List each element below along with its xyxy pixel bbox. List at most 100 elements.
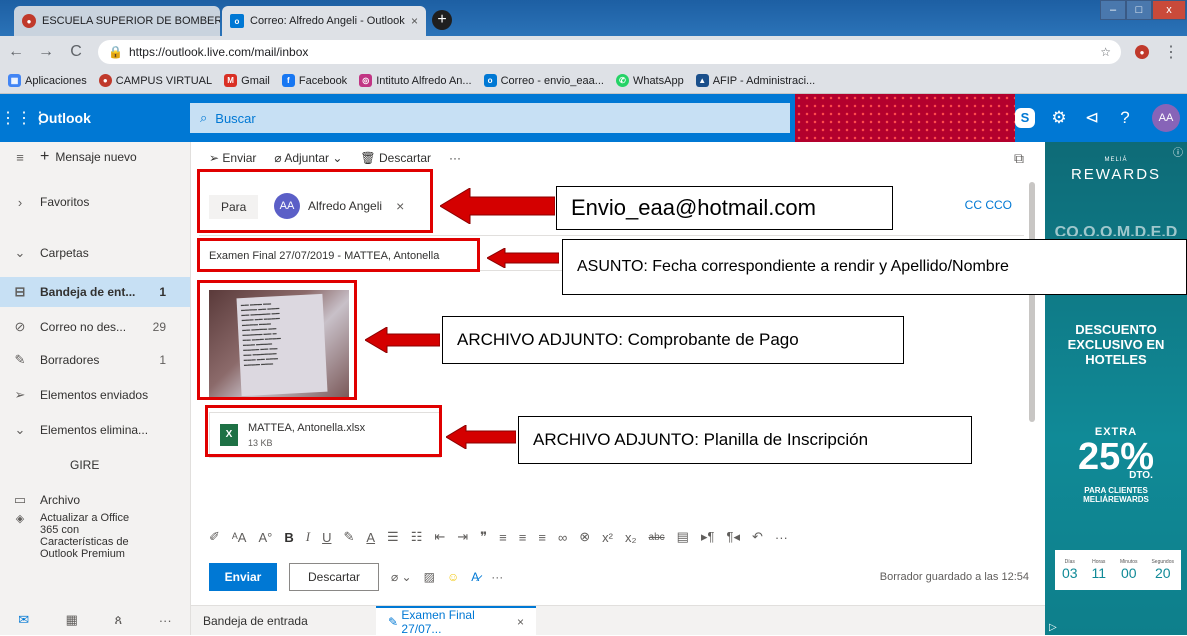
star-icon[interactable]: ☆ xyxy=(1100,45,1111,59)
ad-partial-text: CO.O.O.M.D.E.D xyxy=(1054,224,1178,236)
bold-icon[interactable]: B xyxy=(284,530,293,545)
tab-inbox[interactable]: Bandeja de entrada xyxy=(191,606,320,636)
rtl-icon[interactable]: ¶◂ xyxy=(726,529,740,545)
link-icon[interactable]: ∞ xyxy=(558,530,567,545)
emoji-icon[interactable]: ☺ xyxy=(447,570,459,584)
maximize-window-icon[interactable]: □ xyxy=(1126,0,1152,20)
bookmark-instituto[interactable]: ◎ Intituto Alfredo An... xyxy=(359,74,472,87)
feedback-megaphone-icon[interactable]: ⊲ xyxy=(1080,106,1104,130)
grow-font-icon[interactable]: A° xyxy=(258,530,272,545)
nav-sent[interactable]: ➢ Elementos enviados xyxy=(0,380,190,410)
new-tab-button[interactable]: + xyxy=(432,10,452,30)
unlink-icon[interactable]: ⊗ xyxy=(579,529,590,545)
nav-carpetas[interactable]: ⌄ Carpetas xyxy=(0,238,190,268)
header-theme-pattern xyxy=(795,94,1015,142)
increase-indent-icon[interactable]: ⇥ xyxy=(457,529,468,545)
font-color-icon[interactable]: A xyxy=(366,530,375,545)
countdown-value: 20 xyxy=(1154,565,1171,581)
callout-email: Envio_eaa@hotmail.com xyxy=(556,186,893,230)
bookmark-afip[interactable]: ▲ AFIP - Administraci... xyxy=(695,74,815,87)
settings-gear-icon[interactable]: ⚙ xyxy=(1047,106,1071,130)
decrease-indent-icon[interactable]: ⇤ xyxy=(434,529,445,545)
annotation-arrow-recipient xyxy=(440,188,555,224)
nav-deleted[interactable]: ⌄ Elementos elimina... xyxy=(0,415,190,445)
nav-junk[interactable]: ⊘ Correo no des... 29 xyxy=(0,312,190,342)
attach-icon[interactable]: ⌀ ⌄ xyxy=(391,570,412,584)
send-command[interactable]: ➢ Enviar xyxy=(209,151,256,165)
more-formatting-icon[interactable]: ··· xyxy=(775,530,788,545)
help-icon[interactable]: ? xyxy=(1113,106,1137,130)
skype-icon[interactable]: S xyxy=(1015,108,1035,128)
ad-play-icon[interactable]: ▷ xyxy=(1049,622,1057,633)
close-tab-icon[interactable]: × xyxy=(517,615,524,629)
extension-icon[interactable]: ● xyxy=(1135,45,1149,59)
people-icon[interactable]: ጰ xyxy=(114,612,122,628)
inbox-icon: ⊟ xyxy=(14,284,26,299)
attach-command[interactable]: ⌀ Adjuntar ⌄ xyxy=(274,151,342,165)
countdown-value: 00 xyxy=(1120,565,1137,581)
strikethrough-icon[interactable]: abc xyxy=(649,532,665,543)
send-button[interactable]: Enviar xyxy=(209,563,277,591)
bookmark-apps[interactable]: ▦ Aplicaciones xyxy=(8,74,87,87)
ltr-icon[interactable]: ▸¶ xyxy=(701,529,715,545)
subscript-icon[interactable]: x₂ xyxy=(625,530,637,545)
nav-favoritos[interactable]: › Favoritos xyxy=(0,187,190,217)
address-bar[interactable]: 🔒 https://outlook.live.com/mail/inbox ☆ xyxy=(98,40,1121,64)
search-box[interactable]: ⌕ Buscar xyxy=(190,103,790,133)
insert-image-icon[interactable]: ▨ xyxy=(424,570,435,584)
calendar-icon[interactable]: ▦ xyxy=(66,612,78,628)
bookmark-correo[interactable]: o Correo - envio_eaa... xyxy=(483,74,604,87)
reload-icon[interactable]: C xyxy=(68,43,84,61)
popout-icon[interactable]: ⧉ xyxy=(1014,150,1024,167)
scrollbar[interactable] xyxy=(1029,182,1035,422)
browser-tab-escuela[interactable]: ● ESCUELA SUPERIOR DE BOMBER × xyxy=(14,6,220,36)
back-arrow-icon[interactable]: ← xyxy=(8,43,24,61)
bookmark-campus[interactable]: ● CAMPUS VIRTUAL xyxy=(98,74,212,87)
ad-info-icon[interactable]: ⓘ xyxy=(1173,144,1183,159)
nav-archive[interactable]: ▭ Archivo xyxy=(0,485,190,515)
browser-tab-outlook[interactable]: o Correo: Alfredo Angeli - Outlook × xyxy=(222,6,426,36)
font-size-icon[interactable]: ᴬA xyxy=(232,530,247,545)
more-icon[interactable]: ··· xyxy=(159,613,172,628)
format-painter-icon[interactable]: ✐ xyxy=(209,529,220,545)
minimize-window-icon[interactable]: – xyxy=(1100,0,1126,20)
nav-drafts[interactable]: ✎ Borradores 1 xyxy=(0,345,190,375)
bullets-icon[interactable]: ☰ xyxy=(387,529,399,545)
close-window-icon[interactable]: x xyxy=(1152,0,1186,20)
discard-button[interactable]: Descartar xyxy=(289,563,379,591)
undo-icon[interactable]: ↶ xyxy=(752,529,763,545)
nav-gire[interactable]: GIRE xyxy=(0,450,190,480)
upgrade-premium-link[interactable]: ◈ Actualizar a Office 365 con Característ… xyxy=(0,512,190,560)
gmail-icon: M xyxy=(224,74,238,87)
close-tab-icon[interactable]: × xyxy=(411,14,418,28)
bookmark-gmail[interactable]: M Gmail xyxy=(224,74,270,87)
underline-icon[interactable]: U xyxy=(322,530,331,545)
bookmark-whatsapp[interactable]: ✆ WhatsApp xyxy=(615,74,684,87)
highlight-icon[interactable]: ✎ xyxy=(343,529,354,545)
quote-icon[interactable]: ❞ xyxy=(480,529,487,545)
align-center-icon[interactable]: ≡ xyxy=(519,530,527,545)
mail-icon[interactable]: ✉ xyxy=(18,612,29,628)
bookmark-facebook[interactable]: f Facebook xyxy=(281,74,347,87)
app-launcher-icon[interactable]: ⋮⋮⋮ xyxy=(0,108,48,128)
tab-draft[interactable]: ✎ Examen Final 27/07... × xyxy=(376,606,536,636)
align-left-icon[interactable]: ≡ xyxy=(499,530,507,545)
more-actions-icon[interactable]: ··· xyxy=(491,570,503,584)
forward-arrow-icon[interactable]: → xyxy=(38,43,54,61)
hamburger-icon[interactable]: ≡ xyxy=(0,150,40,165)
cc-bcc-links[interactable]: CC CCO xyxy=(965,198,1012,212)
more-options-icon[interactable]: ··· xyxy=(449,151,461,165)
user-avatar[interactable]: AA xyxy=(1152,104,1180,132)
advertisement-panel[interactable]: MELIÁ REWARDS CO.O.O.M.D.E.D DESCUENTO E… xyxy=(1045,142,1187,635)
align-right-icon[interactable]: ≡ xyxy=(538,530,546,545)
superscript-icon[interactable]: x² xyxy=(602,530,613,545)
table-icon[interactable]: ▤ xyxy=(677,529,689,545)
nav-inbox[interactable]: ⊟ Bandeja de ent... 1 xyxy=(0,277,190,307)
italic-icon[interactable]: I xyxy=(306,529,310,545)
editor-icon[interactable]: A̷ xyxy=(471,570,479,584)
new-message-button[interactable]: ≡ + Mensaje nuevo xyxy=(0,142,190,172)
numbering-icon[interactable]: ☷ xyxy=(411,529,423,545)
menu-kebab-icon[interactable]: ⋮ xyxy=(1163,42,1179,62)
discard-command[interactable]: 🗑 Descartar xyxy=(360,151,431,165)
countdown-hours: Horas 11 xyxy=(1092,559,1107,581)
